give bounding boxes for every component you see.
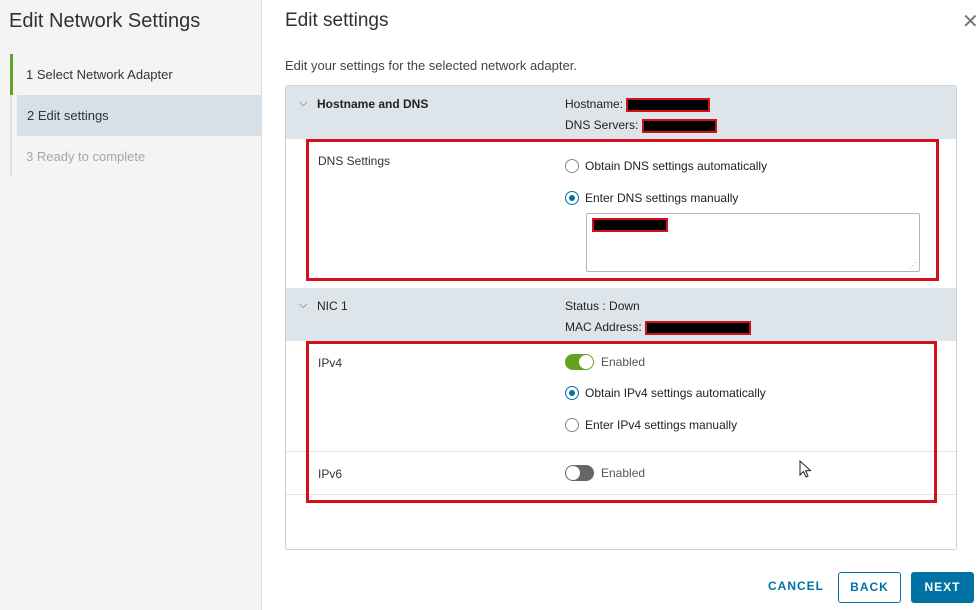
redacted-mac-address	[645, 320, 752, 335]
step-ready-to-complete: 3 Ready to complete	[12, 136, 262, 177]
page-title: Edit settings	[285, 10, 389, 31]
ipv4-auto-label: Obtain IPv4 settings automatically	[585, 386, 766, 400]
wizard-sidebar: Edit Network Settings 1 Select Network A…	[0, 0, 262, 610]
ipv4-auto-radio[interactable]	[565, 386, 579, 400]
step-edit-settings[interactable]: 2 Edit settings	[17, 95, 262, 136]
nic-status: Status : Down	[565, 299, 640, 313]
step-select-network-adapter[interactable]: 1 Select Network Adapter	[10, 54, 262, 95]
back-button[interactable]: BACK	[838, 572, 901, 603]
ipv6-toggle-label: Enabled	[601, 466, 646, 480]
page-subtitle: Edit your settings for the selected netw…	[285, 58, 577, 73]
dns-auto-option[interactable]: Obtain DNS settings automatically	[565, 159, 767, 173]
resize-grip-icon[interactable]: ⋰	[909, 261, 917, 270]
step-label: Select Network Adapter	[36, 67, 173, 82]
mouse-cursor-icon	[799, 460, 812, 478]
dns-auto-radio[interactable]	[565, 159, 579, 173]
wizard-title: Edit Network Settings	[9, 10, 201, 32]
ipv6-toggle-row[interactable]: Enabled	[565, 465, 645, 481]
dns-manual-option[interactable]: Enter DNS settings manually	[565, 191, 738, 205]
row-divider	[286, 451, 956, 452]
step-number: 2	[27, 108, 35, 123]
section-title: NIC 1	[317, 299, 348, 313]
section-header-nic1[interactable]: ⌵ NIC 1 Status : Down MAC Address:	[286, 288, 956, 341]
step-label: Ready to complete	[36, 149, 146, 164]
step-label: Edit settings	[37, 108, 109, 123]
ipv4-toggle-label: Enabled	[601, 355, 646, 369]
hostname-row: Hostname:	[565, 97, 711, 112]
wizard-steps: 1 Select Network Adapter 2 Edit settings…	[10, 54, 262, 177]
ipv4-manual-option[interactable]: Enter IPv4 settings manually	[565, 418, 737, 432]
next-button[interactable]: NEXT	[911, 572, 974, 603]
dns-settings-label: DNS Settings	[318, 154, 391, 168]
chevron-down-icon[interactable]: ⌵	[299, 299, 307, 312]
cancel-button[interactable]: CANCEL	[762, 572, 830, 603]
ipv4-toggle-row[interactable]: Enabled	[565, 354, 645, 370]
dns-servers-label: DNS Servers:	[565, 118, 639, 132]
dns-servers-textarea[interactable]: ⋰	[586, 213, 920, 272]
close-icon[interactable]: ✕	[962, 12, 979, 32]
settings-panel: ⌵ Hostname and DNS Hostname: DNS Servers…	[285, 85, 957, 550]
step-number: 3	[26, 149, 34, 164]
section-title: Hostname and DNS	[317, 97, 429, 111]
dns-manual-label: Enter DNS settings manually	[585, 191, 739, 205]
ipv6-label: IPv6	[318, 467, 343, 481]
mac-address-row: MAC Address:	[565, 320, 752, 335]
step-number: 1	[26, 67, 34, 82]
redacted-dns-servers	[641, 118, 717, 133]
ipv4-manual-radio[interactable]	[565, 418, 579, 432]
dns-servers-row: DNS Servers:	[565, 118, 717, 133]
ipv4-manual-label: Enter IPv4 settings manually	[585, 418, 738, 432]
ipv4-enabled-toggle[interactable]	[565, 354, 594, 370]
ipv6-enabled-toggle[interactable]	[565, 465, 594, 481]
chevron-down-icon[interactable]: ⌵	[299, 97, 307, 110]
dns-manual-radio[interactable]	[565, 191, 579, 205]
row-divider	[286, 494, 956, 495]
mac-address-label: MAC Address:	[565, 320, 642, 334]
redacted-hostname	[626, 97, 711, 112]
hostname-label: Hostname:	[565, 97, 624, 111]
section-header-hostname-dns[interactable]: ⌵ Hostname and DNS Hostname: DNS Servers…	[286, 86, 956, 139]
ipv4-label: IPv4	[318, 356, 343, 370]
dns-auto-label: Obtain DNS settings automatically	[585, 159, 768, 173]
ipv4-auto-option[interactable]: Obtain IPv4 settings automatically	[565, 386, 766, 400]
redacted-dns-entry	[592, 218, 668, 232]
